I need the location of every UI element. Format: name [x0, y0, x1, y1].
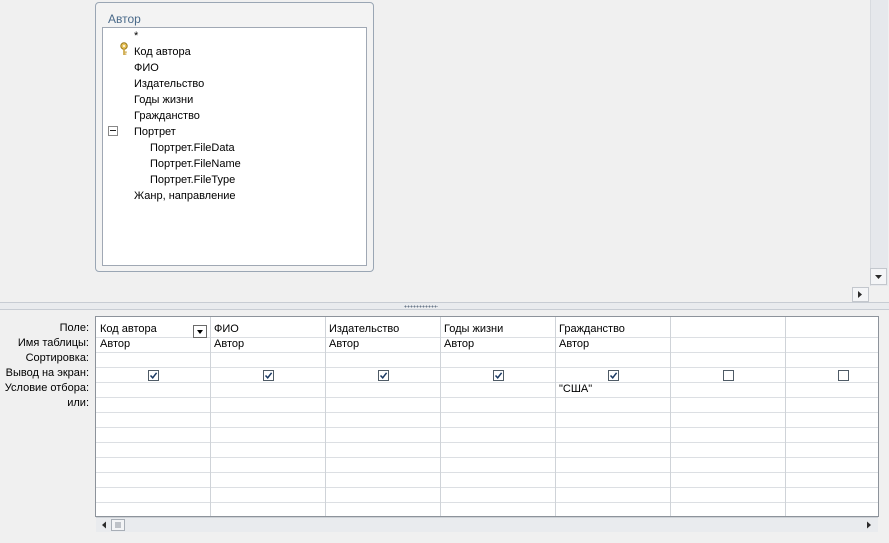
table-cell[interactable]: Автор	[96, 337, 210, 352]
grid-line	[96, 352, 878, 353]
grid-horizontal-scrollbar[interactable]	[96, 517, 878, 532]
key-icon	[120, 42, 128, 55]
grid-line	[96, 412, 878, 413]
show-checkbox[interactable]	[838, 370, 849, 381]
upper-vertical-scrollbar[interactable]	[870, 0, 888, 286]
show-checkbox[interactable]	[608, 370, 619, 381]
field-cell[interactable]: Код автора	[96, 322, 196, 337]
scroll-thumb[interactable]	[111, 519, 125, 531]
grid-line	[96, 397, 878, 398]
field-item-publisher[interactable]: Издательство	[134, 76, 204, 92]
table-cell[interactable]: Автор	[210, 337, 324, 352]
field-item-fio[interactable]: ФИО	[134, 60, 159, 76]
field-item-genre[interactable]: Жанр, направление	[134, 188, 236, 204]
criteria-cell[interactable]: "США"	[555, 382, 669, 397]
field-cell[interactable]: Издательство	[325, 322, 439, 337]
arrow-right-icon[interactable]	[862, 519, 876, 531]
grid-line	[96, 367, 878, 368]
row-label-show: Вывод на экран:	[5, 367, 89, 379]
minus-box-icon[interactable]	[108, 126, 118, 136]
table-cell[interactable]: Автор	[555, 337, 669, 352]
grid-line	[96, 442, 878, 443]
table-field-list-window[interactable]: Автор * Код автора ФИО Издательство Годы…	[95, 2, 374, 272]
table-cell[interactable]: Автор	[440, 337, 554, 352]
show-checkbox[interactable]	[378, 370, 389, 381]
arrow-right-icon[interactable]	[852, 287, 869, 302]
field-cell[interactable]: ФИО	[210, 322, 324, 337]
column-divider[interactable]	[670, 317, 671, 516]
table-cell[interactable]: Автор	[325, 337, 439, 352]
field-list: * Код автора ФИО Издательство Годы жизни…	[102, 27, 367, 266]
row-label-table: Имя таблицы:	[17, 337, 89, 349]
field-item-portrait-filetype[interactable]: Портрет.FileType	[150, 172, 235, 188]
grid-line	[96, 457, 878, 458]
arrow-down-icon[interactable]	[870, 268, 887, 285]
field-cell[interactable]: Годы жизни	[440, 322, 554, 337]
show-checkbox[interactable]	[493, 370, 504, 381]
column-divider[interactable]	[785, 317, 786, 516]
field-item-years[interactable]: Годы жизни	[134, 92, 193, 108]
grid-line	[96, 427, 878, 428]
field-item-citizenship[interactable]: Гражданство	[134, 108, 200, 124]
grid-line	[96, 502, 878, 503]
field-item-portrait-filedata[interactable]: Портрет.FileData	[150, 140, 235, 156]
grid-line	[96, 472, 878, 473]
field-item-author-code[interactable]: Код автора	[134, 44, 191, 60]
arrow-left-icon[interactable]	[97, 519, 111, 531]
show-checkbox[interactable]	[148, 370, 159, 381]
row-label-sort: Сортировка:	[25, 352, 89, 364]
field-item-portrait-filename[interactable]: Портрет.FileName	[150, 156, 241, 172]
row-label-or: или:	[67, 397, 89, 409]
show-checkbox[interactable]	[263, 370, 274, 381]
field-cell[interactable]: Гражданство	[555, 322, 669, 337]
field-item-all[interactable]: *	[134, 28, 138, 44]
grid-line	[96, 382, 878, 383]
row-label-criteria: Условие отбора:	[4, 382, 89, 394]
table-title: Автор	[108, 12, 141, 26]
splitter-grip[interactable]	[404, 305, 438, 308]
query-design-grid: Код автора Автор ФИО Автор Издательство …	[95, 316, 879, 517]
grid-line	[96, 487, 878, 488]
table-pane: Автор * Код автора ФИО Издательство Годы…	[0, 0, 889, 304]
row-label-field: Поле:	[59, 322, 89, 334]
pane-splitter[interactable]	[0, 302, 889, 310]
field-item-portrait[interactable]: Портрет	[134, 124, 176, 140]
show-checkbox[interactable]	[723, 370, 734, 381]
